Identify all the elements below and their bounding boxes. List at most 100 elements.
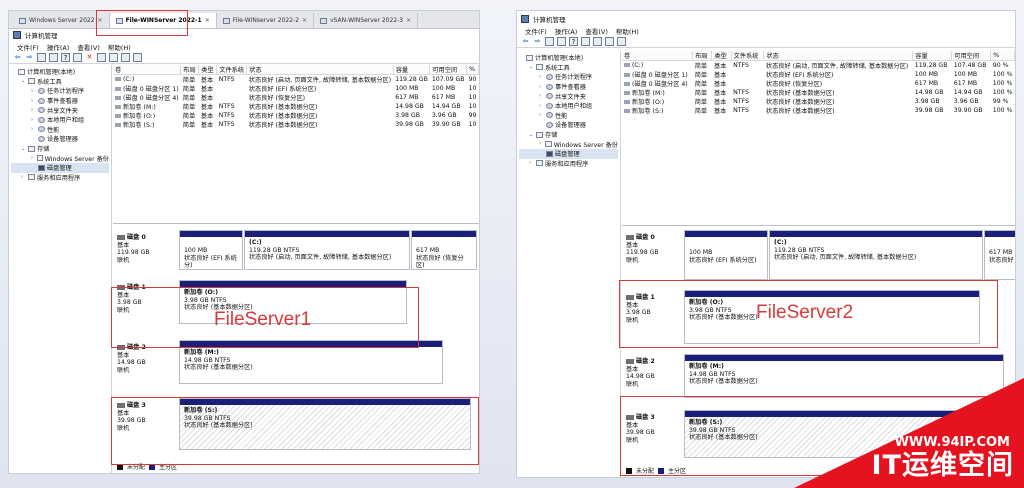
up-folder-icon[interactable] — [37, 53, 46, 62]
properties-icon[interactable] — [73, 53, 82, 62]
tree-node[interactable]: › 事件查看器 — [11, 96, 109, 106]
tree-node[interactable]: › 事件查看器 — [519, 82, 618, 92]
column-header[interactable]: 状态 — [246, 65, 394, 75]
caret-icon[interactable]: › — [539, 141, 543, 147]
table-row[interactable]: 新加卷 (S:) 简单 基本 NTFS 状态良好 (基本数据分区) 39.98 GB 39.… — [622, 106, 1015, 115]
menu-action[interactable]: 操作(A) — [555, 26, 578, 36]
back-arrow-icon[interactable]: ⇦ — [521, 37, 530, 46]
caret-icon[interactable]: › — [539, 74, 544, 80]
menu-help[interactable]: 帮助(H) — [616, 26, 639, 36]
forward-arrow-icon[interactable]: ⇨ — [25, 53, 34, 62]
table-row[interactable]: (C:) 简单 基本 NTFS 状态良好 (启动, 页面文件, 故障转储, 基本数据分区… — [622, 61, 1015, 70]
caret-icon[interactable]: › — [31, 107, 36, 113]
tree-node[interactable]: › 本地用户和组 — [11, 115, 109, 125]
tree-node[interactable]: › 本地用户和组 — [519, 101, 618, 111]
help-icon[interactable]: ? — [569, 37, 578, 46]
show-hide-tree-icon[interactable] — [49, 53, 58, 62]
close-icon[interactable]: ✕ — [302, 17, 307, 24]
tree-node[interactable]: ⌄ 系统工具 — [519, 63, 618, 73]
export-icon[interactable] — [109, 53, 118, 62]
column-header[interactable]: 布局 — [692, 51, 713, 61]
tree-node[interactable]: ⌄ 存储 — [11, 144, 109, 154]
vm-tab-vsan-winserver-3[interactable]: vSAN-WINServer 2022-3 ✕ — [314, 13, 419, 28]
caret-icon[interactable]: ⌄ — [21, 78, 26, 84]
tree-node[interactable]: 计算机管理(本地) — [519, 53, 618, 63]
partition-block[interactable]: 617 MB 状态良好 (恢复分区) — [411, 230, 477, 270]
table-row[interactable]: 新加卷 (M:) 简单 基本 NTFS 状态良好 (基本数据分区) 14.98 GB 14.… — [113, 102, 479, 111]
close-icon[interactable]: ✕ — [406, 17, 411, 24]
menu-file[interactable]: 文件(F) — [17, 42, 39, 52]
table-row[interactable]: (磁盘 0 磁盘分区 1) 简单 基本 状态良好 (EFI 系统分区) 100 MB 10… — [622, 70, 1015, 79]
tree-node[interactable]: › 性能 — [11, 125, 109, 135]
tree-node[interactable]: ⌄ 系统工具 — [11, 77, 109, 87]
menu-help[interactable]: 帮助(H) — [108, 42, 131, 52]
tree-node[interactable]: › Windows Server 备份 — [519, 139, 618, 149]
partition-block[interactable]: (C:) 119.28 GB NTFS 状态良好 (启动, 页面文件, 故障转储, … — [769, 230, 983, 280]
table-row[interactable]: 新加卷 (O:) 简单 基本 NTFS 状态良好 (基本数据分区) 3.98 GB 3.96… — [622, 97, 1015, 106]
caret-icon[interactable]: ⌄ — [529, 132, 534, 138]
column-header[interactable]: 状态 — [763, 51, 914, 61]
table-row[interactable]: (磁盘 0 磁盘分区 1) 简单 基本 状态良好 (EFI 系统分区) 100 MB 10… — [113, 84, 479, 93]
column-header[interactable]: 可用空间 — [429, 65, 468, 75]
properties-icon[interactable] — [581, 37, 590, 46]
tree-node[interactable]: 设备管理器 — [11, 134, 109, 144]
caret-icon[interactable]: › — [21, 174, 26, 180]
disk-row[interactable]: 磁盘 0 基本 119.98 GB 联机 100 MB 状态良好 (EFI 系统分) (C:… — [113, 230, 479, 274]
tree-node[interactable]: › 共享文件夹 — [11, 105, 109, 115]
tree-node[interactable]: › 任务计划程序 — [519, 72, 618, 82]
column-header[interactable]: 类型 — [711, 51, 732, 61]
forward-arrow-icon[interactable]: ⇨ — [533, 37, 542, 46]
tree-node[interactable]: 磁盘管理 — [519, 148, 618, 159]
caret-icon[interactable]: › — [539, 84, 544, 90]
menu-file[interactable]: 文件(F) — [525, 26, 547, 36]
rescan-icon[interactable] — [121, 53, 130, 62]
partition-block[interactable]: 100 MB 状态良好 (EFI 系统分) — [179, 230, 243, 270]
menu-view[interactable]: 查看(V) — [585, 26, 608, 36]
tree-node[interactable]: › 服务和应用程序 — [11, 173, 109, 183]
help-icon[interactable]: ? — [61, 53, 70, 62]
caret-icon[interactable]: › — [539, 112, 544, 118]
column-header[interactable]: 容量 — [912, 51, 953, 61]
show-hide-tree-icon[interactable] — [557, 37, 566, 46]
refresh-icon[interactable] — [593, 37, 602, 46]
tree-node[interactable]: › 性能 — [519, 111, 618, 121]
caret-icon[interactable]: › — [31, 98, 36, 104]
table-row[interactable]: (磁盘 0 磁盘分区 4) 简单 基本 状态良好 (恢复分区) 617 MB 617 MB… — [113, 93, 479, 102]
tree-node[interactable]: › Windows Server 备份 — [11, 153, 109, 163]
caret-icon[interactable]: › — [31, 88, 36, 94]
caret-icon[interactable]: › — [31, 126, 36, 132]
tree-node[interactable]: › 共享文件夹 — [519, 91, 618, 101]
refresh-icon[interactable] — [97, 53, 106, 62]
partition-block[interactable]: 617 MB 状态良好 — [984, 230, 1015, 280]
tree-node[interactable]: 设备管理器 — [519, 120, 618, 130]
mmc-icon[interactable] — [617, 37, 626, 46]
tree-node[interactable]: ⌄ 存储 — [519, 130, 618, 140]
close-icon[interactable]: ✕ — [205, 17, 210, 24]
back-arrow-icon[interactable]: ⇦ — [13, 53, 22, 62]
column-header[interactable]: 可用空间 — [951, 51, 992, 61]
table-row[interactable]: 新加卷 (M:) 简单 基本 NTFS 状态良好 (基本数据分区) 14.98 GB 14.… — [622, 88, 1015, 97]
partition-block[interactable]: (C:) 119.28 GB NTFS 状态良好 (启动, 页面文件, 故障转储, … — [244, 230, 410, 270]
column-header[interactable]: 类型 — [198, 65, 218, 75]
partition-block[interactable]: 100 MB 状态良好 (EFI 系统分区) — [684, 230, 768, 280]
column-header[interactable]: 卷 — [113, 65, 182, 75]
column-header[interactable]: % — [990, 51, 1015, 61]
table-row[interactable]: 新加卷 (O:) 简单 基本 NTFS 状态良好 (基本数据分区) 3.98 GB 3.96… — [113, 111, 479, 120]
caret-icon[interactable]: › — [529, 160, 534, 166]
caret-icon[interactable]: › — [539, 103, 544, 109]
caret-icon[interactable]: › — [31, 117, 36, 123]
column-header[interactable]: 布局 — [180, 65, 200, 75]
caret-icon[interactable]: › — [539, 93, 544, 99]
table-row[interactable]: (C:) 简单 基本 NTFS 状态良好 (启动, 页面文件, 故障转储, 基本数据分区… — [113, 75, 479, 84]
export-icon[interactable] — [605, 37, 614, 46]
delete-icon[interactable]: ✕ — [85, 53, 94, 62]
column-header[interactable]: 容量 — [393, 65, 431, 75]
up-folder-icon[interactable] — [545, 37, 554, 46]
vm-tab-file-winserver-2[interactable]: File-WINserver 2022-2 ✕ — [217, 13, 315, 28]
menu-action[interactable]: 操作(A) — [47, 42, 70, 52]
column-header[interactable]: % — [466, 65, 479, 75]
column-header[interactable]: 文件系统 — [216, 65, 248, 75]
menu-view[interactable]: 查看(V) — [77, 42, 100, 52]
column-header[interactable]: 卷 — [622, 51, 694, 61]
tree-node[interactable]: 磁盘管理 — [11, 162, 109, 173]
